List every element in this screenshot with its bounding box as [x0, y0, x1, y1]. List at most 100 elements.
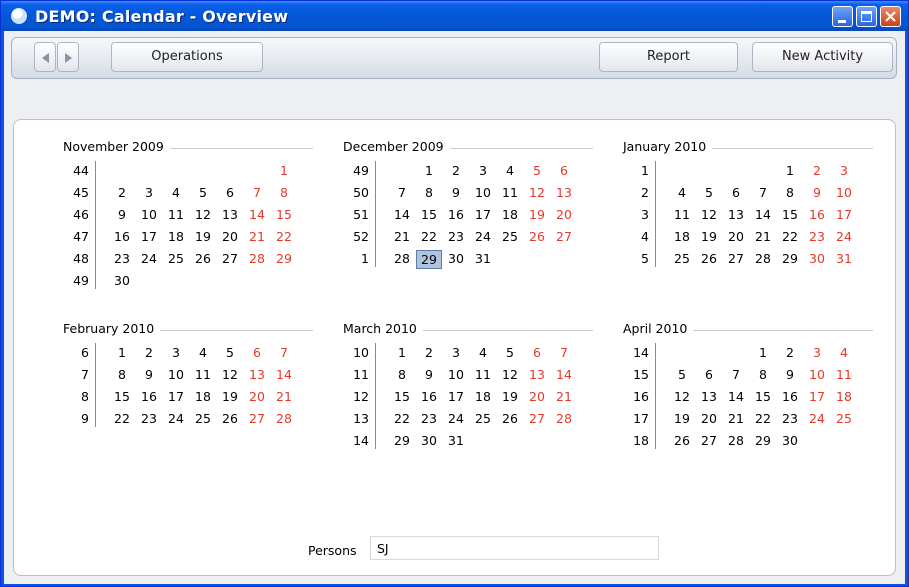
day-cell[interactable]: 17 [136, 229, 162, 244]
day-cell[interactable]: 13 [696, 389, 722, 404]
day-cell[interactable]: 7 [750, 185, 776, 200]
day-cell[interactable]: 10 [443, 367, 469, 382]
day-cell[interactable]: 8 [271, 185, 297, 200]
day-cell[interactable]: 17 [163, 389, 189, 404]
day-cell[interactable]: 22 [109, 411, 135, 426]
day-cell[interactable]: 30 [109, 273, 135, 288]
day-cell[interactable]: 16 [416, 389, 442, 404]
day-cell[interactable]: 21 [750, 229, 776, 244]
day-cell[interactable]: 19 [669, 411, 695, 426]
day-cell[interactable]: 10 [831, 185, 857, 200]
day-cell[interactable]: 29 [750, 433, 776, 448]
day-cell[interactable]: 23 [443, 229, 469, 244]
day-cell[interactable]: 28 [723, 433, 749, 448]
day-cell[interactable]: 14 [271, 367, 297, 382]
day-cell[interactable]: 26 [217, 411, 243, 426]
day-cell[interactable]: 20 [696, 411, 722, 426]
day-cell[interactable]: 5 [524, 163, 550, 178]
day-cell[interactable]: 3 [470, 163, 496, 178]
day-cell[interactable]: 18 [831, 389, 857, 404]
day-cell[interactable]: 20 [217, 229, 243, 244]
day-cell[interactable]: 21 [723, 411, 749, 426]
day-cell[interactable]: 6 [696, 367, 722, 382]
day-cell[interactable]: 4 [470, 345, 496, 360]
day-cell[interactable]: 18 [470, 389, 496, 404]
day-cell[interactable]: 18 [190, 389, 216, 404]
day-cell[interactable]: 17 [470, 207, 496, 222]
day-cell[interactable]: 13 [244, 367, 270, 382]
next-button[interactable] [57, 42, 79, 72]
selected-day-cell[interactable]: 29 [416, 250, 442, 269]
day-cell[interactable]: 6 [723, 185, 749, 200]
day-cell[interactable]: 11 [497, 185, 523, 200]
day-cell[interactable]: 7 [723, 367, 749, 382]
day-cell[interactable]: 2 [804, 163, 830, 178]
day-cell[interactable]: 25 [497, 229, 523, 244]
day-cell[interactable]: 30 [443, 251, 469, 266]
day-cell[interactable]: 11 [470, 367, 496, 382]
day-cell[interactable]: 30 [777, 433, 803, 448]
day-cell[interactable]: 10 [804, 367, 830, 382]
day-cell[interactable]: 7 [389, 185, 415, 200]
day-cell[interactable]: 28 [271, 411, 297, 426]
day-cell[interactable]: 3 [443, 345, 469, 360]
day-cell[interactable]: 9 [804, 185, 830, 200]
day-cell[interactable]: 12 [669, 389, 695, 404]
day-cell[interactable]: 27 [217, 251, 243, 266]
day-cell[interactable]: 15 [389, 389, 415, 404]
persons-field[interactable] [370, 536, 659, 560]
day-cell[interactable]: 6 [217, 185, 243, 200]
day-cell[interactable]: 17 [443, 389, 469, 404]
day-cell[interactable]: 4 [163, 185, 189, 200]
day-cell[interactable]: 26 [524, 229, 550, 244]
minimize-button[interactable] [832, 6, 853, 27]
day-cell[interactable]: 13 [217, 207, 243, 222]
day-cell[interactable]: 12 [696, 207, 722, 222]
day-cell[interactable]: 13 [551, 185, 577, 200]
day-cell[interactable]: 4 [497, 163, 523, 178]
day-cell[interactable]: 9 [443, 185, 469, 200]
day-cell[interactable]: 30 [804, 251, 830, 266]
day-cell[interactable]: 22 [777, 229, 803, 244]
day-cell[interactable]: 10 [163, 367, 189, 382]
day-cell[interactable]: 21 [271, 389, 297, 404]
day-cell[interactable]: 2 [109, 185, 135, 200]
day-cell[interactable]: 5 [497, 345, 523, 360]
day-cell[interactable]: 23 [136, 411, 162, 426]
day-cell[interactable]: 18 [163, 229, 189, 244]
previous-button[interactable] [34, 42, 56, 72]
day-cell[interactable]: 16 [777, 389, 803, 404]
day-cell[interactable]: 1 [750, 345, 776, 360]
day-cell[interactable]: 22 [271, 229, 297, 244]
day-cell[interactable]: 13 [723, 207, 749, 222]
day-cell[interactable]: 22 [389, 411, 415, 426]
day-cell[interactable]: 12 [497, 367, 523, 382]
day-cell[interactable]: 3 [804, 345, 830, 360]
day-cell[interactable]: 20 [551, 207, 577, 222]
report-button[interactable]: Report [599, 42, 738, 72]
day-cell[interactable]: 12 [217, 367, 243, 382]
day-cell[interactable]: 21 [551, 389, 577, 404]
day-cell[interactable]: 28 [244, 251, 270, 266]
day-cell[interactable]: 15 [109, 389, 135, 404]
day-cell[interactable]: 8 [389, 367, 415, 382]
day-cell[interactable]: 11 [669, 207, 695, 222]
day-cell[interactable]: 16 [443, 207, 469, 222]
day-cell[interactable]: 29 [389, 433, 415, 448]
day-cell[interactable]: 22 [750, 411, 776, 426]
day-cell[interactable]: 29 [271, 251, 297, 266]
day-cell[interactable]: 10 [136, 207, 162, 222]
day-cell[interactable]: 10 [470, 185, 496, 200]
day-cell[interactable]: 5 [669, 367, 695, 382]
day-cell[interactable]: 11 [190, 367, 216, 382]
day-cell[interactable]: 4 [831, 345, 857, 360]
day-cell[interactable]: 2 [136, 345, 162, 360]
day-cell[interactable]: 30 [416, 433, 442, 448]
day-cell[interactable]: 14 [551, 367, 577, 382]
day-cell[interactable]: 23 [804, 229, 830, 244]
day-cell[interactable]: 1 [271, 163, 297, 178]
day-cell[interactable]: 9 [416, 367, 442, 382]
day-cell[interactable]: 1 [389, 345, 415, 360]
day-cell[interactable]: 21 [244, 229, 270, 244]
day-cell[interactable]: 26 [669, 433, 695, 448]
